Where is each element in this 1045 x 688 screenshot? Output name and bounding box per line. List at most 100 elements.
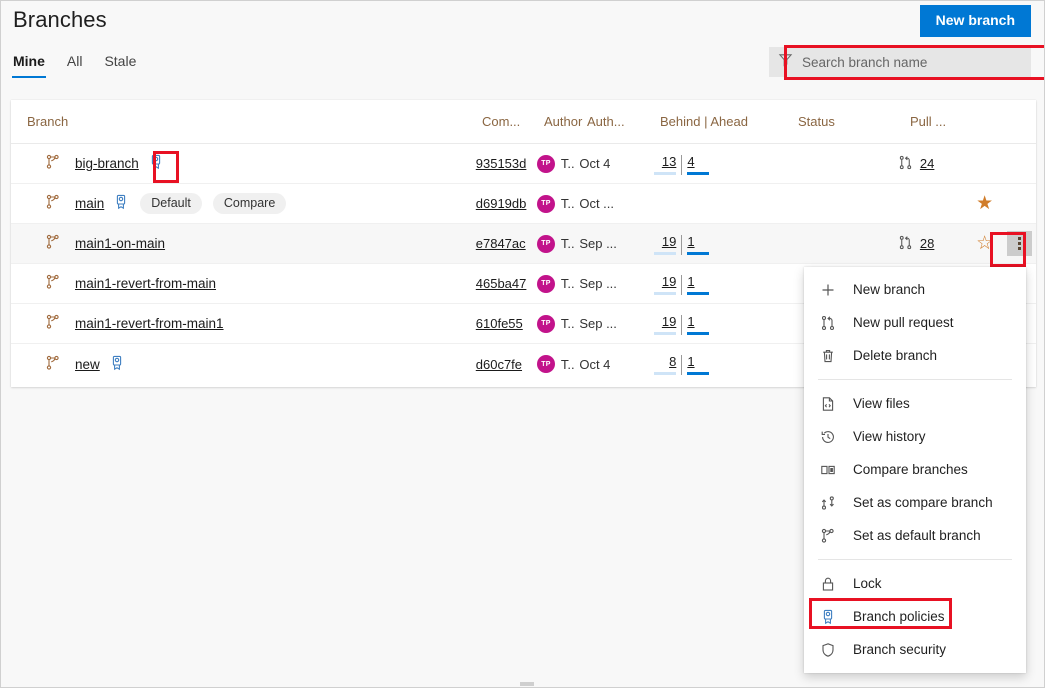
ahead-count[interactable]: 1	[687, 355, 694, 369]
menu-item-set-as-compare-branch[interactable]: Set as compare branch	[804, 486, 1026, 519]
branch-icon	[45, 154, 61, 173]
ahead-bar	[687, 292, 709, 295]
ahead-count[interactable]: 1	[687, 275, 694, 289]
file-code-icon	[818, 396, 838, 412]
commit-hash-link[interactable]: 935153d	[476, 156, 527, 171]
author-name: T..	[561, 357, 575, 372]
favorite-star-filled-icon[interactable]: ★	[976, 194, 993, 213]
ahead-count[interactable]: 1	[687, 235, 694, 249]
column-header-branch: Branch	[27, 114, 68, 129]
commit-hash-link[interactable]: e7847ac	[476, 236, 526, 251]
table-row[interactable]: main1-on-main e7847ac TP T.. Sep ... 19 …	[11, 224, 1036, 264]
ahead-bar	[687, 252, 709, 255]
ahead-count[interactable]: 4	[687, 155, 694, 169]
menu-item-branch-security[interactable]: Branch security	[804, 633, 1026, 666]
scroll-indicator	[520, 682, 534, 686]
behind-count[interactable]: 19	[662, 275, 676, 289]
policy-ribbon-icon[interactable]	[113, 194, 129, 213]
pull-request-count[interactable]: 28	[920, 236, 934, 251]
search-branch-box[interactable]: Search branch name	[769, 47, 1031, 77]
tab-mine[interactable]: Mine	[12, 51, 56, 78]
menu-item-label: New pull request	[853, 315, 954, 330]
behind-bar	[654, 172, 676, 175]
shield-icon	[818, 642, 838, 658]
menu-item-label: Lock	[853, 576, 882, 591]
pull-request-cell: 24	[898, 155, 967, 173]
branch-name-link[interactable]: main1-on-main	[75, 236, 165, 251]
trash-icon	[818, 348, 838, 364]
behind-count[interactable]: 19	[662, 315, 676, 329]
branch-icon	[45, 314, 61, 333]
branch-icon	[818, 528, 838, 544]
menu-item-label: New branch	[853, 282, 925, 297]
menu-item-compare-branches[interactable]: Compare branches	[804, 453, 1026, 486]
menu-item-delete-branch[interactable]: Delete branch	[804, 339, 1026, 372]
pull-request-icon	[818, 315, 838, 331]
ahead-bar	[687, 332, 709, 335]
plus-icon	[818, 282, 838, 298]
branch-name-link[interactable]: main1-revert-from-main	[75, 276, 216, 291]
menu-item-label: Branch security	[853, 642, 946, 657]
author-name: T..	[561, 196, 575, 211]
menu-item-new-branch[interactable]: New branch	[804, 273, 1026, 306]
commit-hash-link[interactable]: 610fe55	[476, 316, 523, 331]
menu-item-label: Branch policies	[853, 609, 945, 624]
author-name: T..	[561, 156, 575, 171]
branch-name-link[interactable]: main1-revert-from-main1	[75, 316, 224, 331]
branch-icon	[45, 234, 61, 253]
menu-item-lock[interactable]: Lock	[804, 567, 1026, 600]
branch-tag: Default	[140, 193, 202, 214]
tab-stale[interactable]: Stale	[93, 51, 147, 78]
commit-hash-link[interactable]: d6919db	[476, 196, 527, 211]
column-header-behind-ahead: Behind | Ahead	[660, 114, 748, 129]
menu-item-branch-policies[interactable]: Branch policies	[804, 600, 1026, 633]
policy-ribbon-icon	[818, 609, 838, 625]
row-more-actions-button[interactable]	[1007, 231, 1032, 256]
page-title: Branches	[13, 7, 107, 33]
branch-name-link[interactable]: big-branch	[75, 156, 139, 171]
menu-item-new-pull-request[interactable]: New pull request	[804, 306, 1026, 339]
authored-date: Sep ...	[579, 276, 617, 291]
table-row[interactable]: main DefaultCompare d6919db TP T.. Oct .…	[11, 184, 1036, 224]
column-header-status: Status	[798, 114, 835, 129]
more-dots-icon	[1018, 237, 1021, 250]
behind-count[interactable]: 8	[669, 355, 676, 369]
branch-name-link[interactable]: new	[75, 357, 100, 372]
compare-icon	[818, 462, 838, 478]
branch-icon	[45, 194, 61, 213]
avatar: TP	[537, 275, 555, 293]
branch-icon	[45, 274, 61, 293]
commit-hash-link[interactable]: d60c7fe	[476, 357, 522, 372]
menu-item-view-history[interactable]: View history	[804, 420, 1026, 453]
policy-ribbon-icon[interactable]	[109, 355, 125, 374]
search-input-placeholder: Search branch name	[802, 55, 927, 70]
authored-date: Oct 4	[579, 156, 610, 171]
favorite-star-outline-icon[interactable]: ☆	[976, 234, 993, 253]
set-compare-icon	[818, 495, 838, 511]
new-branch-button[interactable]: New branch	[920, 5, 1031, 37]
menu-item-set-as-default-branch[interactable]: Set as default branch	[804, 519, 1026, 552]
branch-name-link[interactable]: main	[75, 196, 104, 211]
table-header-row: Branch Com... Author Auth... Behind | Ah…	[11, 100, 1036, 144]
menu-item-label: Set as compare branch	[853, 495, 993, 510]
menu-separator	[818, 559, 1012, 560]
policy-ribbon-icon[interactable]	[148, 154, 164, 173]
pull-request-count[interactable]: 24	[920, 156, 934, 171]
behind-count[interactable]: 19	[662, 235, 676, 249]
tab-all[interactable]: All	[56, 51, 94, 78]
avatar: TP	[537, 355, 555, 373]
ahead-count[interactable]: 1	[687, 315, 694, 329]
behind-bar	[654, 252, 676, 255]
pull-request-icon	[898, 235, 913, 253]
menu-item-view-files[interactable]: View files	[804, 387, 1026, 420]
commit-hash-link[interactable]: 465ba47	[476, 276, 527, 291]
branch-context-menu: New branch New pull request Delete branc…	[804, 267, 1026, 673]
behind-count[interactable]: 13	[662, 155, 676, 169]
table-row[interactable]: big-branch 935153d TP T.. Oct 4 13 4	[11, 144, 1036, 184]
column-header-author: Author	[544, 114, 582, 129]
branches-page: Branches New branch Mine All Stale Searc…	[0, 0, 1045, 688]
branch-tabs: Mine All Stale	[12, 51, 147, 78]
avatar: TP	[537, 155, 555, 173]
column-header-pull-requests: Pull ...	[910, 114, 946, 129]
behind-ahead-indicator: 19 1	[651, 233, 787, 255]
